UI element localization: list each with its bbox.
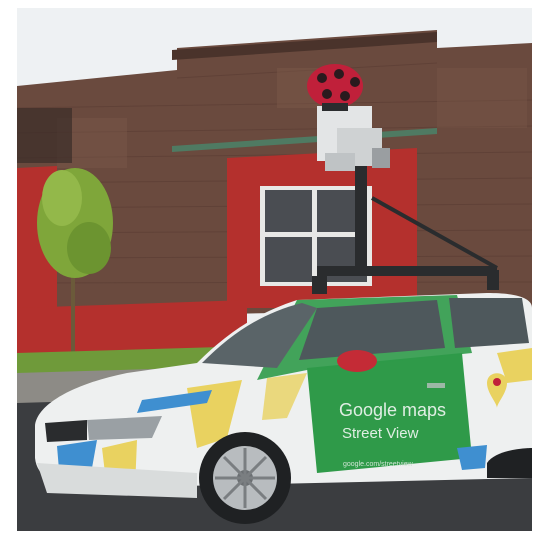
url-text: google.com/streetview [343,461,414,468]
street-view-car-photo: Google maps Street View google.com/stree… [17,8,532,531]
photo-scene: Google maps Street View google.com/stree… [17,8,532,531]
dark-window [17,108,72,163]
brand-text: Google maps [339,400,446,420]
product-text: Street View [342,425,419,442]
image-frame: Google maps Street View google.com/stree… [0,0,535,539]
